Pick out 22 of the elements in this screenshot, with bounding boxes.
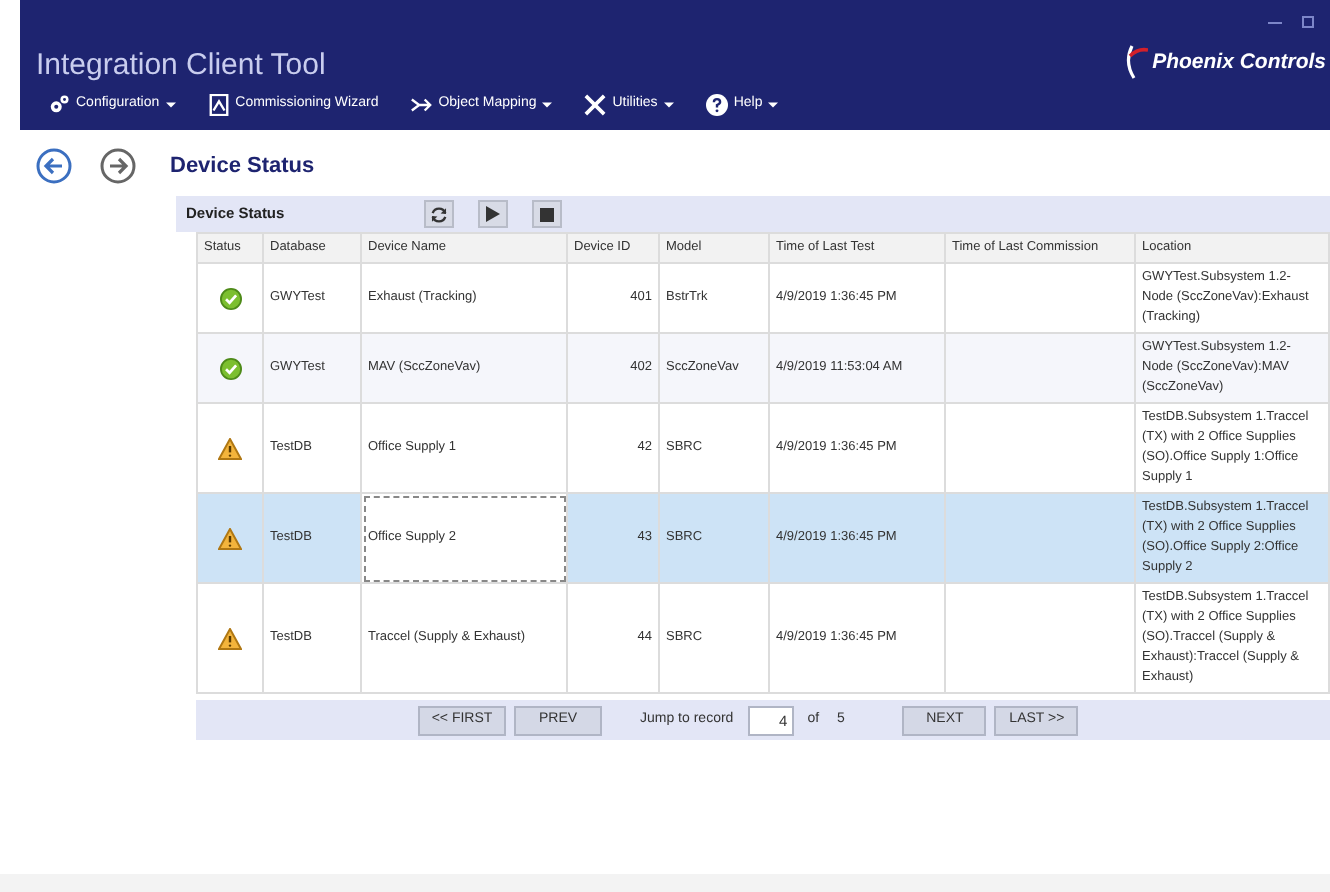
refresh-button[interactable]	[424, 200, 454, 228]
stop-icon	[540, 207, 554, 221]
play-button[interactable]	[478, 200, 508, 228]
logo-icon	[1124, 44, 1149, 80]
gears-icon	[48, 94, 70, 116]
page-title: Device Status	[170, 151, 315, 182]
window-title: Integration Client Tool	[36, 50, 326, 80]
stop-button[interactable]	[532, 200, 562, 228]
warning-icon	[218, 437, 242, 459]
check-icon	[219, 287, 241, 309]
play-icon	[486, 206, 500, 222]
help-icon	[705, 94, 728, 116]
warning-icon	[218, 527, 242, 549]
tools-icon	[584, 94, 607, 116]
check-icon	[219, 357, 241, 379]
warning-icon	[218, 627, 242, 649]
crossed-arrows-icon	[410, 94, 433, 116]
document-icon	[207, 94, 230, 116]
refresh-icon	[430, 205, 448, 223]
logo: Phoenix Controls	[1152, 51, 1326, 73]
minimize-icon[interactable]	[1268, 21, 1282, 23]
maximize-icon[interactable]	[1302, 16, 1314, 28]
